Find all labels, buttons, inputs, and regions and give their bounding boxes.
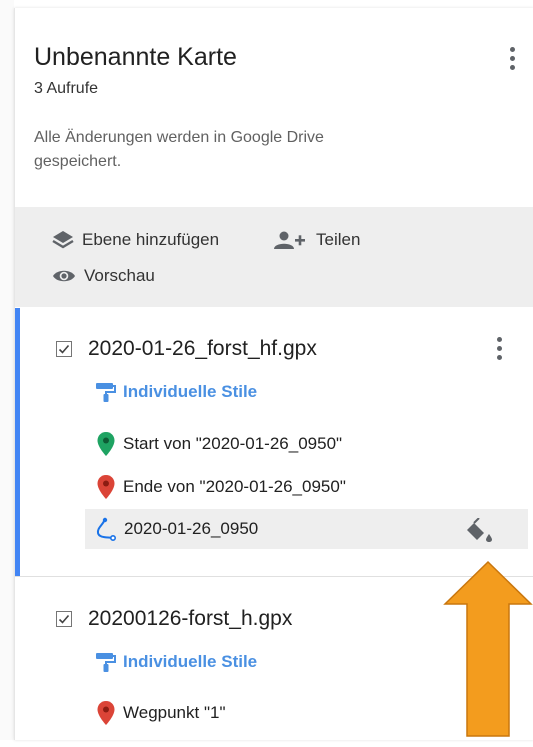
checkmark-icon xyxy=(58,344,70,354)
preview-button[interactable]: Vorschau xyxy=(52,266,155,286)
feature-label: Ende von "2020-01-26_0950" xyxy=(123,477,346,496)
feature-label: Wegpunkt "1" xyxy=(123,703,226,722)
red-marker-icon xyxy=(97,701,115,725)
red-marker-icon xyxy=(97,475,115,499)
view-count: 3 Aufrufe xyxy=(34,80,99,97)
layer-item: 2020-01-26_forst_hf.gpx Individuelle Sti… xyxy=(15,308,533,577)
map-title[interactable]: Unbenannte Karte xyxy=(34,43,237,72)
layer-visibility-checkbox[interactable] xyxy=(56,341,72,357)
layers-icon xyxy=(52,231,74,249)
layer-name[interactable]: 2020-01-26_forst_hf.gpx xyxy=(88,337,317,361)
paint-bucket-icon[interactable] xyxy=(467,517,497,547)
route-line-icon xyxy=(96,517,116,541)
feature-label: Start von "2020-01-26_0950" xyxy=(123,434,343,453)
feature-item[interactable]: 2020-01-26_0950 xyxy=(94,517,258,541)
individual-styles-link[interactable]: Individuelle Stile xyxy=(95,651,257,673)
individual-styles-link[interactable]: Individuelle Stile xyxy=(95,381,257,403)
feature-label: 2020-01-26_0950 xyxy=(124,519,259,538)
feature-item[interactable]: Ende von "2020-01-26_0950" xyxy=(97,475,346,499)
green-marker-icon xyxy=(97,432,115,456)
orange-arrow-annotation xyxy=(443,560,533,737)
preview-label: Vorschau xyxy=(84,266,155,285)
add-layer-label: Ebene hinzufügen xyxy=(82,230,220,249)
layer-visibility-checkbox[interactable] xyxy=(56,611,72,627)
checkmark-icon xyxy=(58,614,70,624)
map-area-edge xyxy=(0,0,14,740)
layer-toolbar: Ebene hinzufügen Teilen Vorschau xyxy=(15,207,533,307)
individual-styles-label: Individuelle Stile xyxy=(123,382,258,401)
paint-roller-icon xyxy=(96,653,116,672)
selected-layer-indicator xyxy=(15,308,20,576)
paint-roller-icon xyxy=(96,383,116,402)
feature-item[interactable]: Wegpunkt "1" xyxy=(97,701,225,725)
add-person-icon xyxy=(274,231,305,249)
share-button[interactable]: Teilen xyxy=(272,230,360,250)
individual-styles-label: Individuelle Stile xyxy=(123,652,258,671)
share-label: Teilen xyxy=(316,230,361,249)
eye-icon xyxy=(53,270,75,282)
layer-name[interactable]: 20200126-forst_h.gpx xyxy=(88,607,292,631)
layer-options-menu-icon[interactable] xyxy=(492,328,506,368)
map-options-menu-icon[interactable] xyxy=(505,38,519,78)
save-status: Alle Änderungen werden in Google Drive g… xyxy=(34,129,324,170)
add-layer-button[interactable]: Ebene hinzufügen xyxy=(52,230,219,250)
feature-item[interactable]: Start von "2020-01-26_0950" xyxy=(97,432,342,456)
